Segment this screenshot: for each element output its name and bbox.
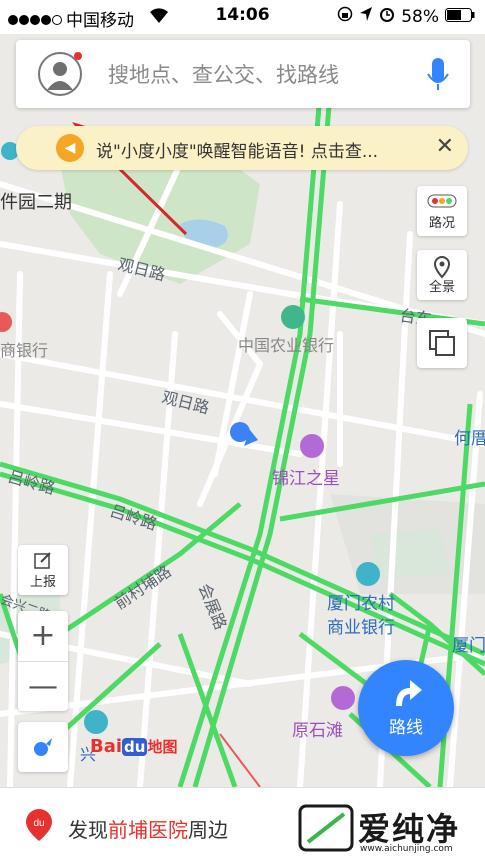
map-label-park: 件园二期 — [0, 192, 72, 213]
voice-tip-text: 说"小度小度"唤醒智能语音! 点击查... — [96, 142, 379, 162]
panorama-label: 全景 — [428, 280, 455, 295]
watermark-url: www.aichunjing.com — [360, 844, 453, 854]
zoom-out-button[interactable]: — — [18, 662, 68, 712]
watermark: 爱纯净 www.aichunjing.com — [296, 800, 481, 858]
layers-icon — [429, 330, 455, 356]
baidu-map-logo: Bai du 地图 — [90, 736, 177, 757]
layers-button[interactable] — [417, 318, 467, 368]
close-icon[interactable]: ✕ — [436, 134, 454, 159]
compass-icon — [34, 738, 52, 756]
poi-rural-bank[interactable]: 厦门农村 — [327, 589, 395, 614]
report-label: 上报 — [29, 575, 56, 590]
zoom-control: + — — [18, 611, 68, 711]
discover-highlight[interactable]: 前埔医院 — [108, 818, 188, 842]
logo-bai: Bai — [90, 736, 123, 757]
poi-rural-bank-line2: 商业银行 — [327, 618, 395, 638]
voice-tip-banner[interactable]: ◀ 说"小度小度"唤醒智能语音! 点击查... ✕ — [16, 126, 468, 170]
map-label-xiamen: 厦门 — [452, 636, 485, 656]
edit-icon — [34, 552, 51, 569]
discover-suffix: 周边 — [188, 818, 228, 842]
battery-percent: 58% — [401, 6, 439, 27]
route-label: 路线 — [389, 718, 423, 738]
speaker-icon: ◀ — [56, 134, 84, 162]
traffic-button[interactable]: 路况 — [417, 186, 467, 236]
panorama-button[interactable]: 全景 — [417, 250, 467, 300]
search-bar[interactable]: 搜地点、查公交、找路线 — [16, 40, 470, 108]
route-arrow-icon — [396, 680, 422, 706]
rotation-lock-icon — [337, 6, 353, 27]
notification-dot — [74, 52, 82, 60]
search-input[interactable]: 搜地点、查公交、找路线 — [108, 59, 339, 89]
microphone-icon[interactable] — [426, 54, 452, 98]
poi-hotel[interactable]: 锦江之星 — [272, 464, 340, 489]
map-label-bank: 商银行 — [0, 341, 49, 360]
logo-du: du — [122, 738, 148, 756]
location-pin-icon: du — [24, 808, 54, 846]
location-icon — [359, 6, 373, 27]
svg-text:du: du — [33, 818, 44, 829]
alarm-icon — [379, 6, 395, 27]
user-icon — [47, 62, 73, 90]
locate-button[interactable] — [18, 722, 68, 772]
zoom-in-button[interactable]: + — [18, 611, 68, 661]
status-bar: 中国移动 14:06 58% — [0, 0, 485, 34]
poi-yuanshitan[interactable]: 原石滩 — [292, 716, 343, 741]
report-button[interactable]: 上报 — [18, 545, 68, 595]
traffic-light-icon — [427, 194, 457, 208]
map-label-he: 何厝 — [454, 429, 485, 449]
battery-icon — [445, 7, 475, 27]
watermark-logo-icon — [298, 804, 354, 852]
route-button[interactable]: 路线 — [358, 660, 454, 756]
traffic-label: 路况 — [428, 216, 455, 231]
map-label-agri-bank: 中国农业银行 — [238, 336, 335, 355]
discover-prefix: 发现 — [68, 818, 108, 842]
discover-text: 发现前埔医院周边 — [68, 814, 228, 843]
user-avatar-button[interactable] — [38, 52, 82, 96]
logo-map: 地图 — [147, 738, 178, 756]
